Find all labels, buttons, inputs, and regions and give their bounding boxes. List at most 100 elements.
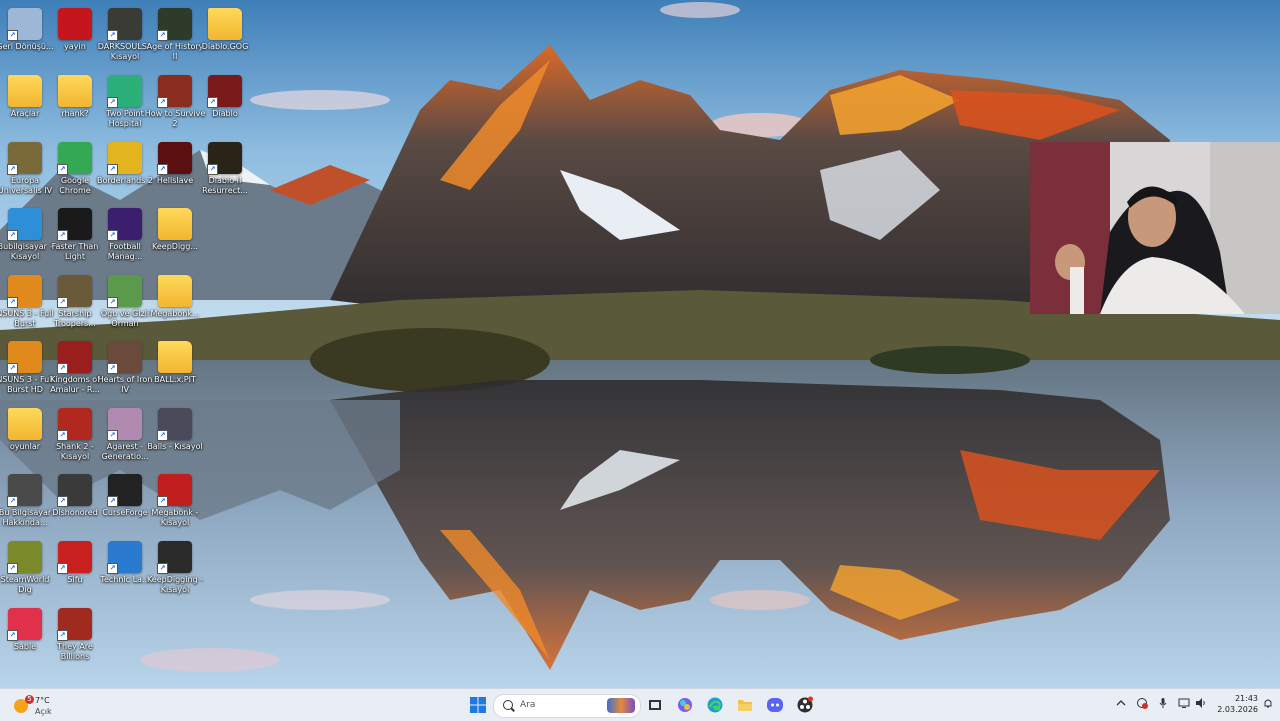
start-windows-icon[interactable]: [469, 696, 487, 714]
microphone-icon[interactable]: [1157, 697, 1169, 709]
taskbar: 5 7°C Açık Ara 21:43 2.03.2026: [0, 688, 1280, 721]
desktop-icon-area: ↗ Geri Dönüşü... yayin ↗ DARKSOULS - Kısayol…: [0, 0, 1280, 688]
desktop-icon[interactable]: KeepDigg...: [143, 204, 207, 270]
borderlands-icon: ↗: [107, 142, 142, 175]
hellslave-icon: ↗: [157, 142, 192, 175]
shortcut-arrow-icon: ↗: [7, 496, 18, 507]
folder-icon: [158, 341, 192, 373]
task-view-icon[interactable]: [646, 696, 664, 714]
agarest-icon: ↗: [107, 408, 142, 441]
shortcut-arrow-icon: ↗: [57, 230, 68, 241]
discord-icon[interactable]: [766, 696, 784, 714]
desktop-icon-label: Megabonk...: [150, 309, 200, 318]
flag-folder-icon: [58, 8, 92, 40]
shortcut-arrow-icon: ↗: [7, 164, 18, 175]
obs-icon[interactable]: [796, 696, 814, 714]
weather-badge: 5: [25, 695, 34, 704]
shortcut-arrow-icon: ↗: [7, 30, 18, 41]
weather-widget[interactable]: 5 7°C Açık: [8, 693, 68, 719]
shortcut-arrow-icon: ↗: [57, 363, 68, 374]
webcam-overlay: [1030, 142, 1280, 314]
shortcut-arrow-icon: ↗: [107, 97, 118, 108]
they-are-billions-icon: ↗: [57, 608, 92, 641]
shortcut-arrow-icon: ↗: [107, 363, 118, 374]
shortcut-arrow-icon: ↗: [207, 97, 218, 108]
taskbar-search-box[interactable]: Ara: [493, 694, 641, 718]
shank-icon: ↗: [57, 408, 92, 441]
shortcut-arrow-icon: ↗: [57, 164, 68, 175]
folder-icon: [208, 8, 242, 40]
shortcut-arrow-icon: ↗: [157, 30, 168, 41]
folder-icon: [158, 275, 192, 307]
europa-universalis-icon: ↗: [7, 142, 42, 175]
search-placeholder: Ara: [520, 700, 536, 710]
folder-icon: [58, 75, 92, 107]
desktop-icon-label: Diablo.GOG: [201, 42, 249, 51]
shortcut-arrow-icon: ↗: [57, 563, 68, 574]
football-manager-icon: ↗: [107, 208, 142, 241]
shortcut-arrow-icon: ↗: [157, 496, 168, 507]
network-alert-icon[interactable]: [1136, 697, 1148, 709]
system-clock[interactable]: 21:43 2.03.2026: [1212, 693, 1258, 715]
shortcut-arrow-icon: ↗: [107, 297, 118, 308]
shortcut-arrow-icon: ↗: [7, 363, 18, 374]
naruto-icon: ↗: [7, 275, 42, 308]
edge-icon[interactable]: [706, 696, 724, 714]
clock-date: 2.03.2026: [1217, 705, 1258, 714]
technic-launcher-icon: ↗: [107, 541, 142, 574]
shortcut-arrow-icon: ↗: [107, 430, 118, 441]
desktop-icon[interactable]: ↗ KeepDigging - Kısayol: [143, 537, 207, 603]
desktop-icon[interactable]: Diablo.GOG: [193, 4, 257, 70]
steamworld-icon: ↗: [7, 541, 42, 574]
search-highlight-image: [607, 698, 635, 713]
folder-icon: [8, 408, 42, 440]
desktop-icon-label: KeepDigg...: [152, 242, 198, 251]
desktop-icon[interactable]: ↗ Diablo II Resurrect...: [193, 138, 257, 204]
wifi-display-icon[interactable]: [1178, 697, 1190, 709]
dishonored-icon: ↗: [57, 474, 92, 507]
keep-digging-icon: ↗: [157, 541, 192, 574]
diablo-icon: ↗: [207, 75, 242, 108]
desktop-icon[interactable]: ↗ Balls - Kısayol: [143, 404, 207, 470]
desktop-icon-label: Megabonk - Kısayol: [151, 508, 199, 527]
shortcut-arrow-icon: ↗: [157, 563, 168, 574]
megabonk-icon: ↗: [157, 474, 192, 507]
curseforge-icon: ↗: [107, 474, 142, 507]
shortcut-arrow-icon: ↗: [7, 297, 18, 308]
search-icon: [503, 700, 513, 710]
shortcut-arrow-icon: ↗: [157, 164, 168, 175]
shortcut-arrow-icon: ↗: [57, 297, 68, 308]
about-pc-icon: ↗: [7, 474, 42, 507]
shortcut-arrow-icon: ↗: [207, 164, 218, 175]
shortcut-arrow-icon: ↗: [7, 630, 18, 641]
shortcut-arrow-icon: ↗: [107, 30, 118, 41]
sifu-icon: ↗: [57, 541, 92, 574]
clock-time: 21:43: [1234, 694, 1258, 703]
shortcut-arrow-icon: ↗: [57, 630, 68, 641]
sable-icon: ↗: [7, 608, 42, 641]
balls-icon: ↗: [157, 408, 192, 441]
weather-temperature: 7°C: [35, 696, 50, 705]
naruto-hd-icon: ↗: [7, 341, 42, 374]
desktop-icon[interactable]: Megabonk...: [143, 271, 207, 337]
copilot-icon[interactable]: [676, 696, 694, 714]
chevron-up-icon[interactable]: [1115, 697, 1127, 709]
shortcut-arrow-icon: ↗: [157, 97, 168, 108]
desktop-icon[interactable]: BALL.x.PIT: [143, 337, 207, 403]
desktop-icon[interactable]: ↗ Megabonk - Kısayol: [143, 470, 207, 536]
folder-icon: [158, 208, 192, 240]
diablo-2-icon: ↗: [207, 142, 242, 175]
desktop-icon-label: KeepDigging - Kısayol: [146, 575, 204, 594]
file-explorer-icon[interactable]: [736, 696, 754, 714]
desktop-icon[interactable]: ↗ They Are Billions: [43, 604, 107, 670]
two-point-hospital-icon: ↗: [107, 75, 142, 108]
desktop-icon[interactable]: ↗ Diablo: [193, 71, 257, 137]
shortcut-arrow-icon: ↗: [107, 563, 118, 574]
how-to-survive-icon: ↗: [157, 75, 192, 108]
amalur-icon: ↗: [57, 341, 92, 374]
speaker-icon[interactable]: [1195, 697, 1207, 709]
shortcut-arrow-icon: ↗: [57, 496, 68, 507]
this-pc-icon: ↗: [7, 208, 42, 241]
notification-bell-icon[interactable]: [1262, 697, 1274, 709]
desktop-icon-label: They Are Billions: [57, 642, 93, 661]
